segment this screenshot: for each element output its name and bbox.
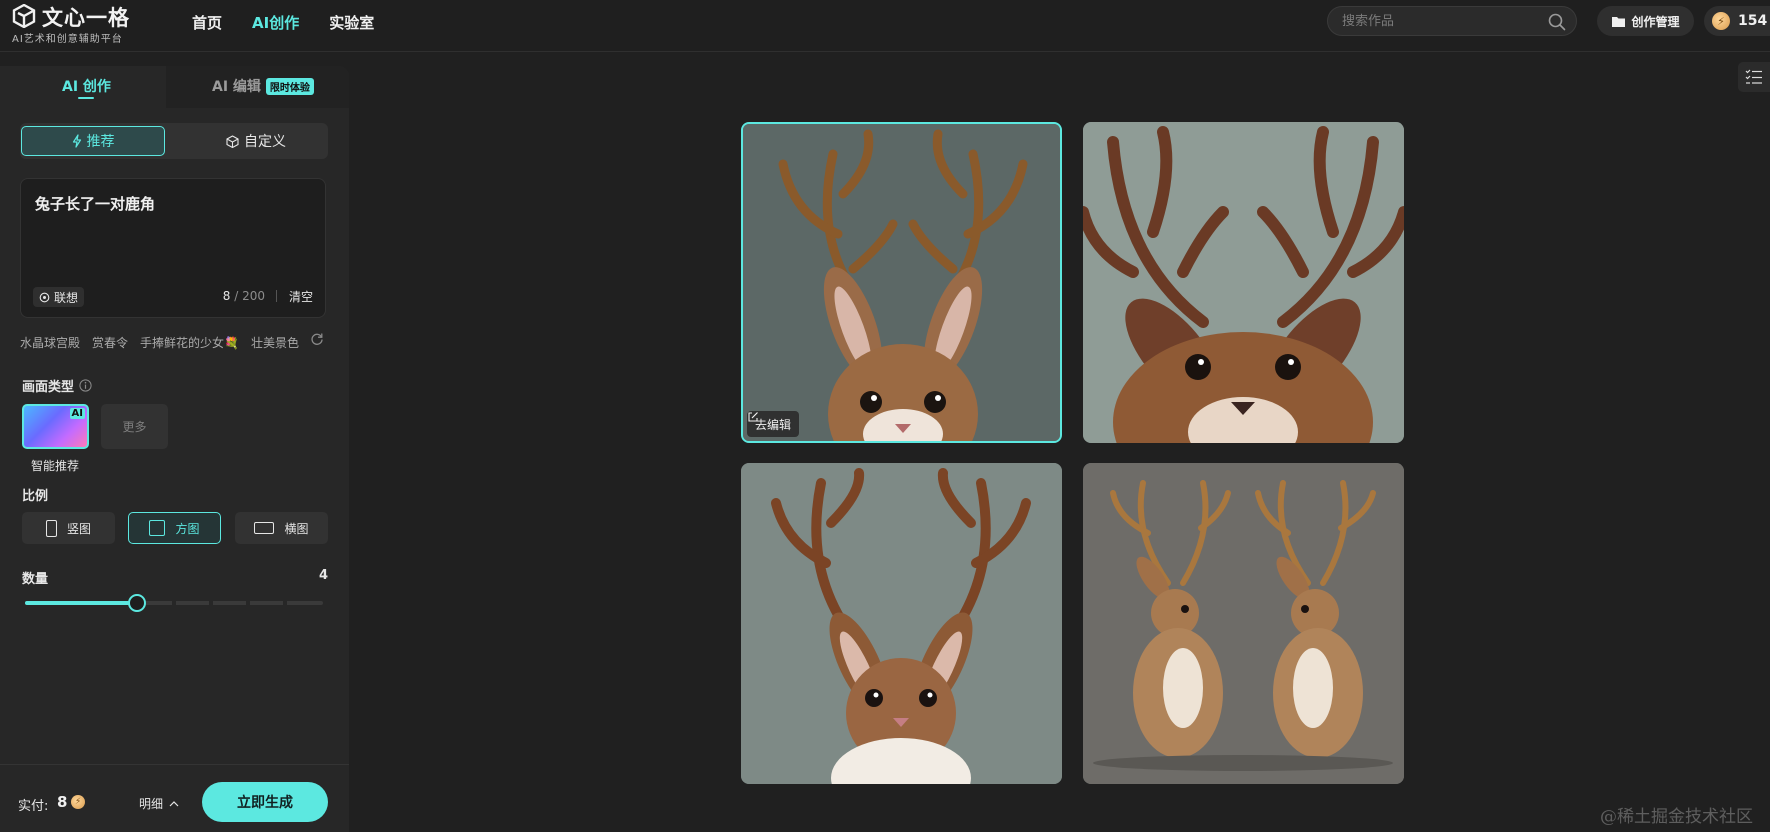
tab-active-indicator bbox=[78, 97, 94, 99]
panel-tabs: AI 创作 AI 编辑 限时体验 bbox=[0, 66, 349, 108]
char-separator: / bbox=[234, 289, 239, 303]
task-list-toggle[interactable] bbox=[1738, 62, 1770, 92]
info-icon[interactable] bbox=[79, 379, 92, 392]
suggestion-item[interactable]: 赏春令 bbox=[92, 334, 128, 351]
jackalope-image bbox=[1083, 122, 1404, 443]
detail-toggle[interactable]: 明细 bbox=[139, 795, 179, 812]
panel-footer: 实付: 8 ⚡ 明细 立即生成 bbox=[0, 764, 349, 832]
ai-tag: AI bbox=[69, 408, 85, 419]
lightning-icon bbox=[72, 134, 81, 148]
counter-divider bbox=[276, 290, 277, 302]
char-counter: 8 / 200 bbox=[223, 289, 265, 303]
quantity-label: 数量 bbox=[22, 572, 49, 587]
mode-recommend-label: 推荐 bbox=[86, 134, 115, 150]
jackalope-image bbox=[741, 463, 1062, 784]
square-shape-icon bbox=[149, 520, 166, 536]
ratio-portrait-label: 竖图 bbox=[66, 521, 91, 536]
brand-subtitle: AI艺术和创意辅助平台 bbox=[12, 34, 123, 45]
tab-ai-edit-label: AI 编辑 bbox=[212, 79, 261, 95]
coin-icon: ⚡ bbox=[71, 795, 85, 809]
creation-manage-button[interactable]: 创作管理 bbox=[1597, 6, 1694, 36]
char-count: 8 bbox=[222, 289, 231, 303]
checklist-icon bbox=[1745, 69, 1762, 84]
slider-step bbox=[172, 601, 176, 605]
suggestion-item[interactable]: 水晶球宫殿 bbox=[20, 334, 80, 351]
ratio-options: 竖图 方图 横图 bbox=[22, 512, 328, 544]
result-image-4[interactable] bbox=[1083, 463, 1404, 784]
ratio-square-button[interactable]: 方图 bbox=[128, 512, 221, 544]
clear-button[interactable]: 清空 bbox=[289, 288, 313, 305]
ratio-label: 比例 bbox=[22, 489, 49, 504]
quantity-value: 4 bbox=[318, 568, 328, 583]
top-bar: 文心一格 AI艺术和创意辅助平台 首页 AI创作 实验室 创作管理 ⚡ 154 bbox=[0, 0, 1770, 52]
ratio-landscape-button[interactable]: 横图 bbox=[235, 512, 328, 544]
slider-step bbox=[209, 601, 213, 605]
nav-home[interactable]: 首页 bbox=[192, 12, 222, 33]
points-balance[interactable]: ⚡ 154 bbox=[1704, 6, 1770, 36]
tab-ai-create[interactable]: AI 创作 bbox=[62, 76, 111, 96]
cube-icon bbox=[226, 134, 239, 148]
go-edit-button[interactable]: 去编辑 bbox=[747, 411, 800, 437]
suggestion-list: 水晶球宫殿 赏春令 手捧鲜花的少女💐 壮美景色 bbox=[20, 333, 299, 351]
nav-lab[interactable]: 实验室 bbox=[329, 12, 374, 33]
mode-switch: 推荐 自定义 bbox=[20, 123, 328, 159]
picture-type-caption: 智能推荐 bbox=[31, 459, 80, 473]
search-input[interactable] bbox=[1340, 11, 1540, 31]
char-max: 200 bbox=[242, 289, 265, 303]
watermark: @稀土掘金技术社区 bbox=[1600, 807, 1753, 827]
brand-logo[interactable]: 文心一格 AI艺术和创意辅助平台 bbox=[12, 2, 172, 46]
jackalope-image bbox=[1083, 463, 1404, 784]
suggestion-item[interactable]: 壮美景色 bbox=[251, 334, 299, 351]
picture-type-label: 画面类型 bbox=[22, 380, 75, 395]
detail-label: 明细 bbox=[139, 797, 164, 811]
associate-label: 联想 bbox=[54, 290, 79, 305]
generate-button[interactable]: 立即生成 bbox=[202, 782, 328, 822]
creation-manage-label: 创作管理 bbox=[1631, 14, 1680, 29]
main-nav: 首页 AI创作 实验室 bbox=[192, 0, 374, 44]
chevron-up-icon bbox=[169, 800, 179, 806]
points-value: 154 bbox=[1738, 13, 1768, 29]
mode-custom-button[interactable]: 自定义 bbox=[184, 126, 328, 156]
search-box bbox=[1327, 6, 1577, 36]
ratio-portrait-button[interactable]: 竖图 bbox=[22, 512, 115, 544]
result-image-2[interactable] bbox=[1083, 122, 1404, 443]
prompt-box: 兔子长了一对鹿角 联想 8 / 200 清空 bbox=[20, 178, 326, 318]
pay-value: 8 bbox=[57, 793, 68, 811]
associate-icon bbox=[39, 292, 50, 302]
landscape-shape-icon bbox=[254, 522, 275, 534]
ratio-square-label: 方图 bbox=[175, 521, 200, 536]
tab-ai-edit[interactable]: AI 编辑 限时体验 bbox=[212, 76, 314, 96]
brand-title: 文心一格 bbox=[42, 6, 130, 30]
slider-thumb[interactable] bbox=[127, 594, 146, 612]
picture-type-smart-card[interactable]: AI bbox=[22, 404, 89, 449]
mode-custom-label: 自定义 bbox=[244, 134, 286, 150]
slider-fill bbox=[25, 601, 137, 605]
slider-step bbox=[283, 601, 287, 605]
jackalope-image bbox=[743, 124, 1060, 441]
associate-button[interactable]: 联想 bbox=[33, 287, 85, 307]
edit-icon bbox=[748, 412, 758, 422]
creation-panel: AI 创作 AI 编辑 限时体验 推荐 自定义 兔子长了一对鹿角 联想 8 / … bbox=[0, 66, 349, 832]
nav-ai-create[interactable]: AI创作 bbox=[252, 12, 299, 33]
prompt-input[interactable]: 兔子长了一对鹿角 bbox=[33, 191, 313, 261]
lightning-coin-icon: ⚡ bbox=[1712, 12, 1730, 30]
result-image-3[interactable] bbox=[741, 463, 1062, 784]
ratio-landscape-label: 横图 bbox=[284, 521, 309, 536]
folder-icon bbox=[1612, 16, 1626, 27]
quantity-slider[interactable] bbox=[25, 593, 323, 613]
mode-recommend-button[interactable]: 推荐 bbox=[21, 126, 165, 156]
slider-step bbox=[246, 601, 250, 605]
result-image-1[interactable]: 去编辑 bbox=[741, 122, 1062, 443]
suggestion-item[interactable]: 手捧鲜花的少女💐 bbox=[140, 334, 239, 351]
search-icon[interactable] bbox=[1548, 13, 1566, 31]
go-edit-label: 去编辑 bbox=[755, 417, 792, 432]
pay-label: 实付: bbox=[18, 799, 49, 814]
logo-cube-icon bbox=[12, 4, 36, 28]
refresh-icon[interactable] bbox=[310, 332, 324, 346]
portrait-shape-icon bbox=[45, 519, 57, 537]
limited-trial-badge: 限时体验 bbox=[265, 77, 314, 95]
picture-type-more-button[interactable]: 更多 bbox=[101, 404, 168, 449]
